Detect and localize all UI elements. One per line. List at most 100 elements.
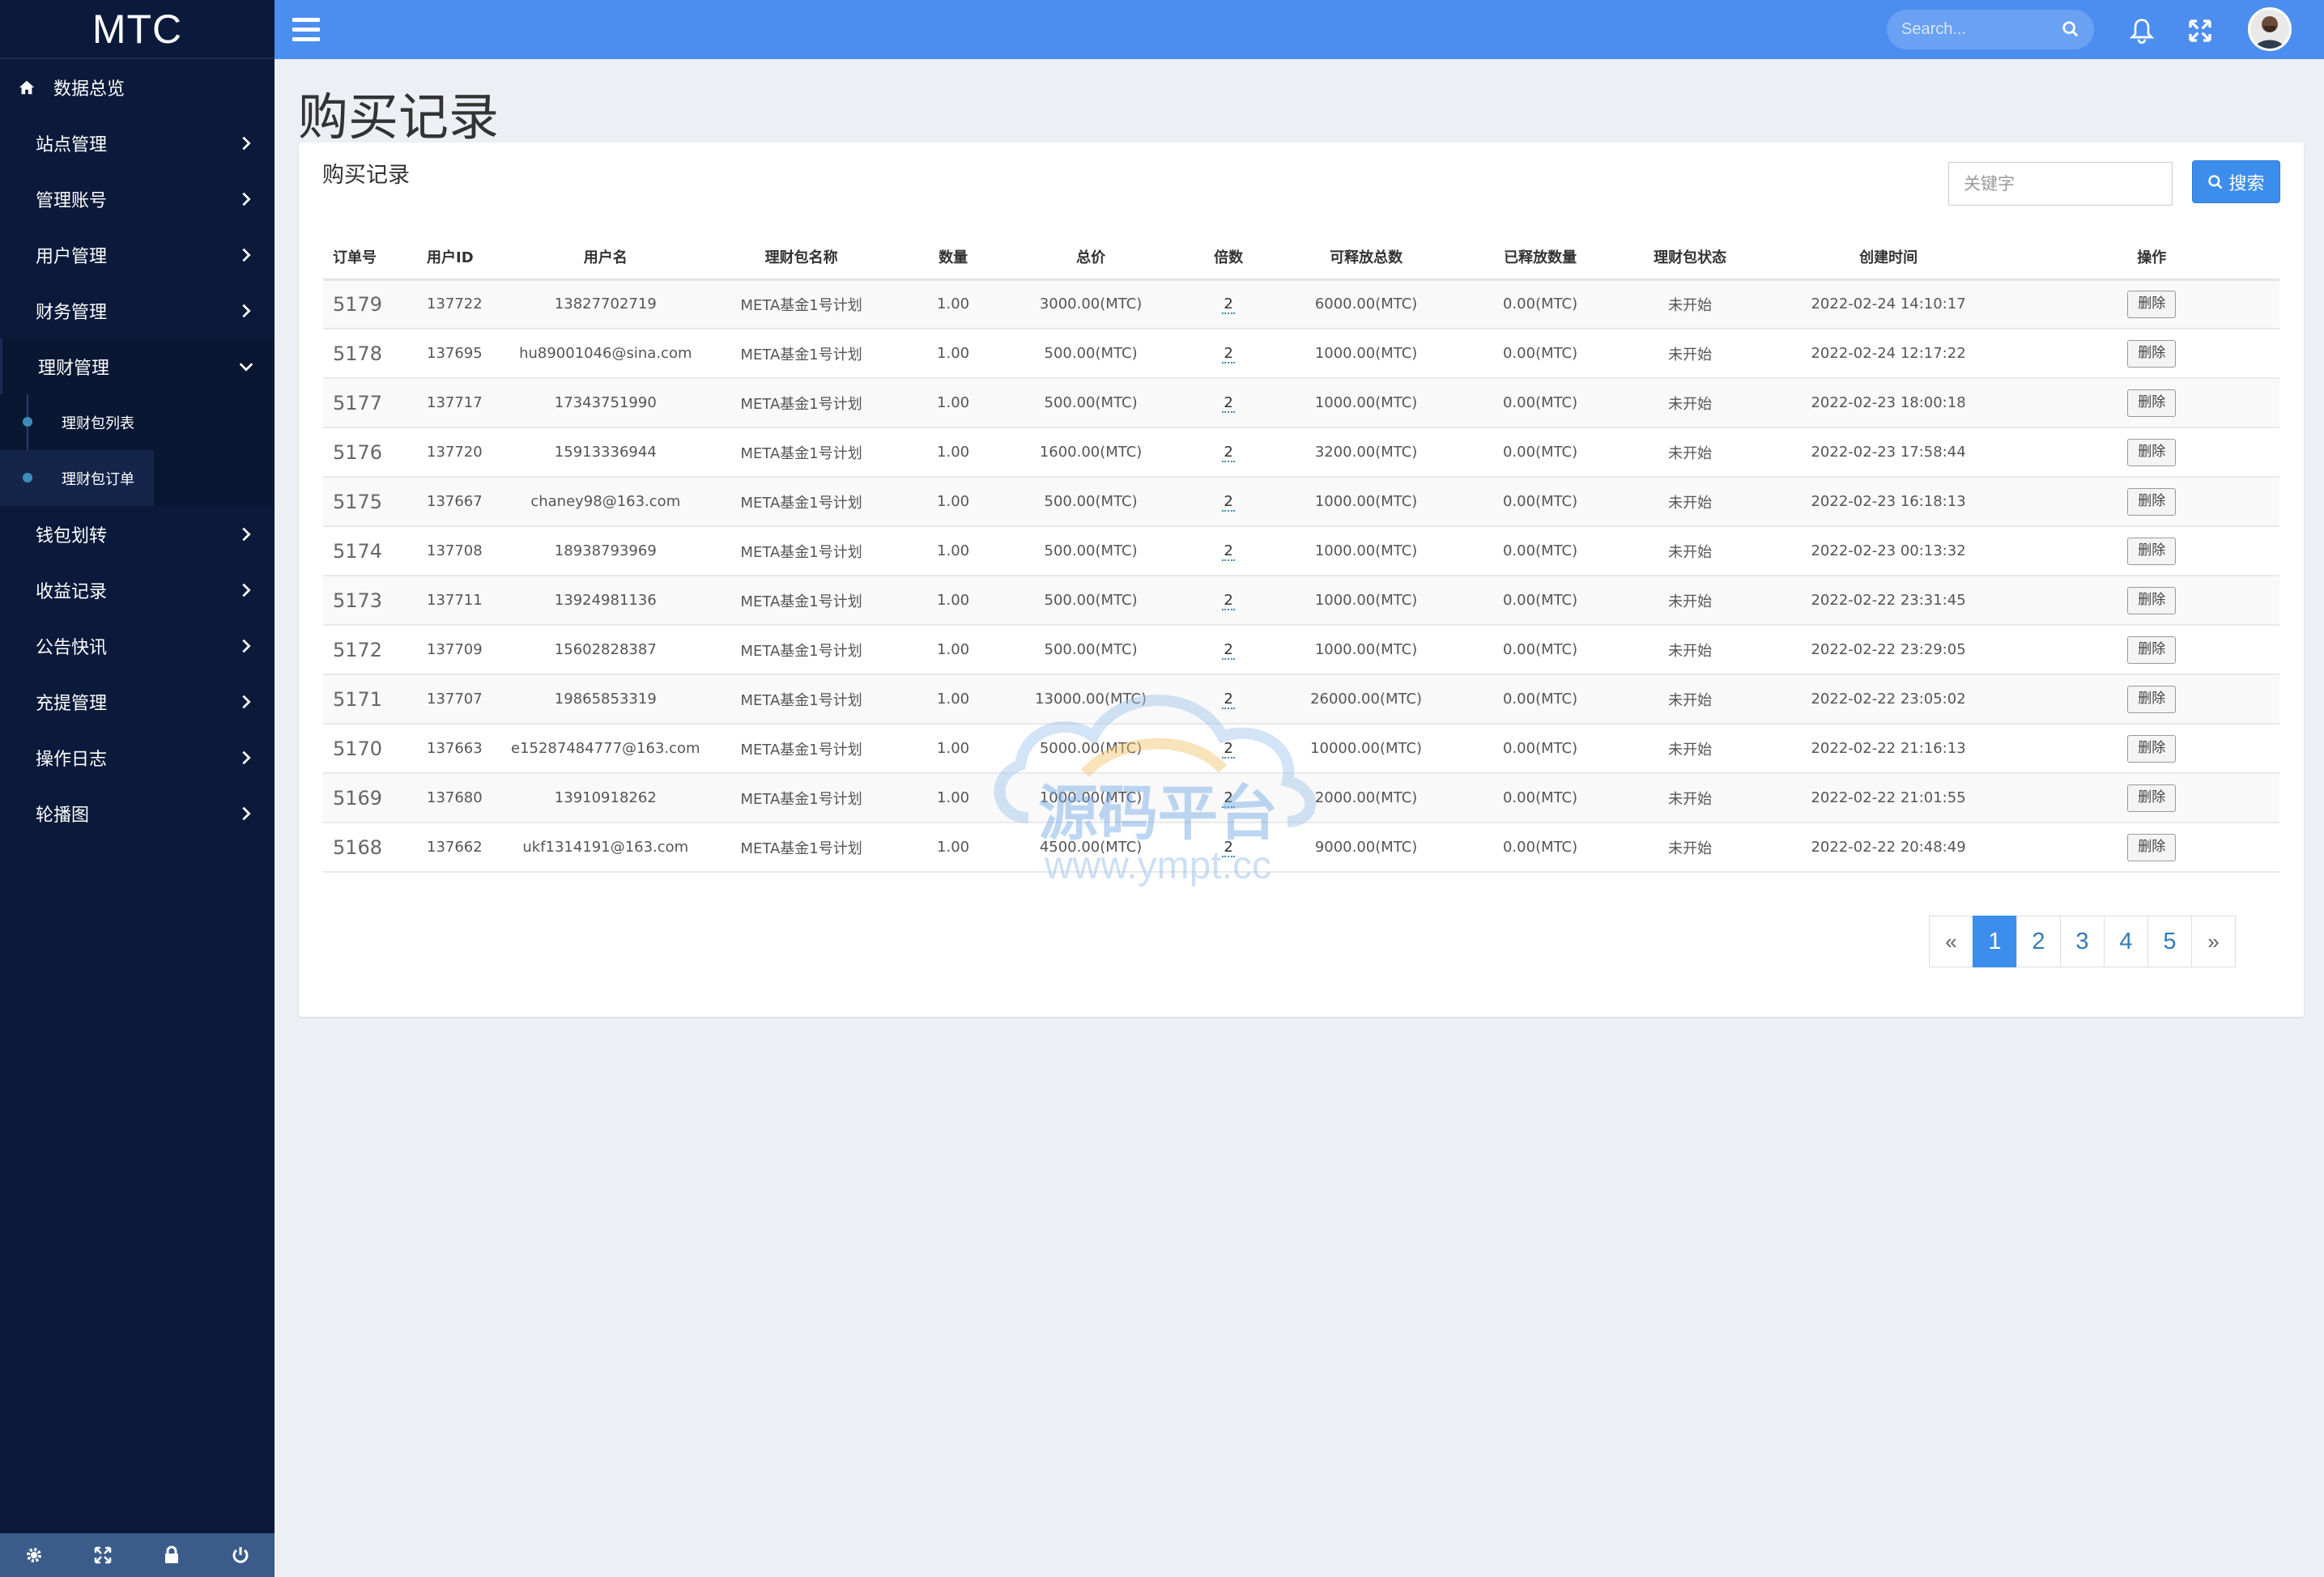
- delete-button[interactable]: 删除: [2127, 487, 2177, 516]
- cell-action: 删除: [2024, 526, 2279, 576]
- sidebar-item-site[interactable]: 站点管理: [0, 115, 275, 171]
- sidebar-item-operation-logs[interactable]: 操作日志: [0, 729, 275, 785]
- delete-button[interactable]: 删除: [2127, 635, 2177, 664]
- sidebar-item-deposit-withdraw[interactable]: 充提管理: [0, 674, 275, 729]
- table-row: 5179 137722 13827702719 META基金1号计划 1.00 3000.…: [323, 279, 2279, 329]
- cell-releasable: 1000.00(MTC): [1279, 625, 1454, 675]
- cell-total: 500.00(MTC): [1003, 576, 1178, 626]
- settings-button[interactable]: [0, 1533, 69, 1577]
- pagination-page-1[interactable]: 1: [1973, 916, 2017, 967]
- cell-releasable: 1000.00(MTC): [1279, 378, 1454, 428]
- cell-released: 0.00(MTC): [1453, 526, 1628, 576]
- cell-pkg: META基金1号计划: [700, 773, 903, 823]
- cell-id: 5173: [323, 576, 422, 626]
- multiplier-edit[interactable]: 2: [1222, 493, 1235, 512]
- lock-button[interactable]: [138, 1533, 206, 1577]
- pagination-next[interactable]: »: [2191, 916, 2236, 967]
- column-header: 倍数: [1177, 233, 1279, 281]
- page-title: 购买记录: [298, 87, 500, 147]
- sidebar-item-dashboard[interactable]: 数据总览: [0, 59, 275, 115]
- cell-multi: 2: [1177, 625, 1279, 675]
- sidebar-item-announcements[interactable]: 公告快讯: [0, 618, 275, 674]
- fullscreen-icon[interactable]: [2187, 18, 2213, 44]
- topbar: [275, 0, 2324, 59]
- multiplier-edit[interactable]: 2: [1222, 394, 1235, 413]
- sidebar-item-carousel[interactable]: 轮播图: [0, 785, 275, 841]
- sidebar-item-finance[interactable]: 财务管理: [0, 283, 275, 338]
- delete-button[interactable]: 删除: [2127, 685, 2177, 713]
- logout-button[interactable]: [206, 1533, 275, 1577]
- cell-multi: 2: [1177, 427, 1279, 478]
- pagination-page-4[interactable]: 4: [2104, 916, 2148, 967]
- sidebar-item-label: 数据总览: [53, 79, 126, 100]
- sidebar-subitem-package-orders[interactable]: 理财包订单: [0, 450, 154, 506]
- delete-button[interactable]: 删除: [2127, 389, 2177, 417]
- sidebar-item-wallet-transfer[interactable]: 钱包划转: [0, 506, 275, 562]
- cell-released: 0.00(MTC): [1453, 674, 1628, 725]
- delete-button[interactable]: 删除: [2127, 833, 2177, 861]
- user-avatar[interactable]: [2248, 7, 2292, 51]
- sidebar-item-earnings[interactable]: 收益记录: [0, 562, 275, 618]
- sidebar-subitem-package-list[interactable]: 理财包列表: [0, 394, 275, 450]
- bell-icon[interactable]: [2129, 18, 2155, 44]
- sidebar-item-wealth[interactable]: 理财管理: [0, 338, 275, 394]
- delete-button[interactable]: 删除: [2127, 339, 2177, 368]
- table-row: 5173 137711 13924981136 META基金1号计划 1.00 500.0…: [323, 576, 2279, 626]
- cell-time: 2022-02-22 20:48:49: [1752, 823, 2024, 873]
- multiplier-edit[interactable]: 2: [1222, 295, 1235, 315]
- sidebar-item-label: 充提管理: [36, 693, 108, 714]
- menu-toggle-button[interactable]: [292, 18, 320, 42]
- cell-pkg: META基金1号计划: [700, 427, 903, 478]
- cell-released: 0.00(MTC): [1453, 576, 1628, 626]
- multiplier-edit[interactable]: 2: [1222, 740, 1235, 759]
- delete-button[interactable]: 删除: [2127, 734, 2177, 763]
- records-table: 订单号 用户ID 用户名 理财包名称 数量 总价 倍数 可释放总数 已释放数量 …: [323, 233, 2279, 873]
- search-button[interactable]: 搜索: [2192, 160, 2280, 203]
- delete-button[interactable]: 删除: [2127, 784, 2177, 812]
- cell-total: 500.00(MTC): [1003, 477, 1178, 527]
- cell-uid: 137711: [422, 576, 511, 626]
- cell-total: 4500.00(MTC): [1003, 823, 1178, 873]
- table-row: 5178 137695 hu89001046@sina.com META基金1号计划 1…: [323, 329, 2279, 379]
- cell-uid: 137709: [422, 625, 511, 675]
- cell-total: 3000.00(MTC): [1003, 279, 1178, 329]
- cell-user: e15287484777@163.com: [511, 724, 700, 774]
- sidebar-item-users[interactable]: 用户管理: [0, 227, 275, 283]
- sidebar-item-admin-accounts[interactable]: 管理账号: [0, 171, 275, 227]
- sidebar-submenu-wealth: 理财包列表 理财包订单: [0, 394, 275, 506]
- cell-action: 删除: [2024, 674, 2279, 725]
- multiplier-edit[interactable]: 2: [1222, 592, 1235, 610]
- multiplier-edit[interactable]: 2: [1222, 691, 1235, 709]
- cell-uid: 137722: [422, 279, 511, 329]
- keyword-input[interactable]: [1948, 162, 2173, 206]
- cell-action: 删除: [2024, 329, 2279, 379]
- cell-releasable: 1000.00(MTC): [1279, 576, 1454, 626]
- pagination-page-5[interactable]: 5: [2147, 916, 2192, 967]
- pagination-page-3[interactable]: 3: [2060, 916, 2105, 967]
- cell-action: 删除: [2024, 378, 2279, 428]
- multiplier-edit[interactable]: 2: [1222, 444, 1235, 462]
- multiplier-edit[interactable]: 2: [1222, 839, 1235, 857]
- delete-button[interactable]: 删除: [2127, 438, 2177, 466]
- brand-logo[interactable]: MTC: [0, 0, 275, 59]
- cell-time: 2022-02-23 00:13:32: [1752, 526, 2024, 576]
- cell-releasable: 26000.00(MTC): [1279, 674, 1454, 725]
- multiplier-edit[interactable]: 2: [1222, 542, 1235, 561]
- delete-button[interactable]: 删除: [2127, 537, 2177, 565]
- delete-button[interactable]: 删除: [2127, 586, 2177, 614]
- search-icon[interactable]: [2062, 20, 2079, 38]
- cell-status: 未开始: [1627, 279, 1753, 329]
- pagination-prev[interactable]: «: [1929, 916, 1973, 967]
- table-row: 5174 137708 18938793969 META基金1号计划 1.00 500.0…: [323, 526, 2279, 576]
- cell-pkg: META基金1号计划: [700, 724, 903, 774]
- delete-button[interactable]: 删除: [2127, 290, 2177, 318]
- pagination-page-2[interactable]: 2: [2016, 916, 2061, 967]
- chevron-right-icon: [242, 136, 251, 150]
- multiplier-edit[interactable]: 2: [1222, 641, 1235, 660]
- cell-pkg: META基金1号计划: [700, 576, 903, 626]
- multiplier-edit[interactable]: 2: [1222, 345, 1235, 363]
- cell-action: 删除: [2024, 823, 2279, 873]
- chevron-right-icon: [242, 304, 251, 317]
- multiplier-edit[interactable]: 2: [1222, 789, 1235, 808]
- fullscreen-button[interactable]: [69, 1533, 138, 1577]
